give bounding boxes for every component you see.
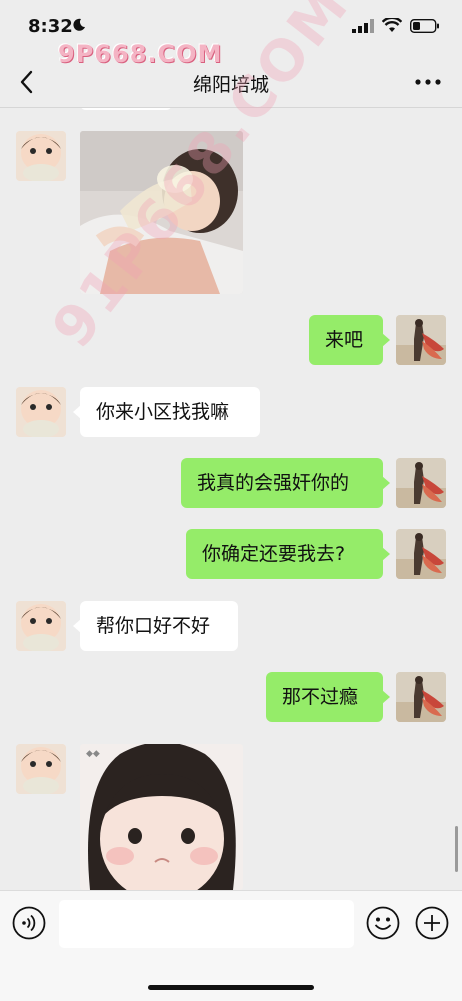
message-bubble-sent[interactable]: 我真的会强奸你的 <box>181 458 390 508</box>
baby-avatar-icon <box>16 744 66 794</box>
status-time: 8:32 <box>28 16 73 37</box>
baby-avatar-icon <box>16 387 66 437</box>
emoji-icon[interactable] <box>366 906 400 940</box>
message-bubble-received[interactable]: 你来小区找我嘛 <box>73 387 260 437</box>
contact-avatar[interactable] <box>16 131 66 181</box>
my-avatar[interactable] <box>396 315 446 365</box>
contact-avatar[interactable] <box>16 744 66 794</box>
wifi-icon <box>382 18 402 32</box>
chat-image-baby-sticker[interactable]: ◆◆ <box>80 744 243 890</box>
message-bubble-sent[interactable]: 那不过瘾 <box>266 672 390 722</box>
my-avatar[interactable] <box>396 672 446 722</box>
message-bubble-received[interactable]: 帮你口好不好 <box>73 601 238 651</box>
status-icons <box>352 18 440 33</box>
warrior-avatar-icon <box>396 315 446 365</box>
baby-face-sticker-icon: ◆◆ <box>80 744 243 890</box>
warrior-avatar-icon <box>396 672 446 722</box>
my-avatar[interactable] <box>396 458 446 508</box>
baby-drinking-photo-icon <box>80 131 243 294</box>
warrior-avatar-icon <box>396 458 446 508</box>
baby-avatar-icon <box>16 601 66 651</box>
voice-input-icon[interactable] <box>12 906 46 940</box>
moon-icon <box>73 18 85 31</box>
baby-avatar-icon <box>16 131 66 181</box>
message-bubble-sent[interactable]: 来吧 <box>309 315 390 365</box>
nav-bar: 绵阳培城 <box>0 58 462 106</box>
message-bubble-sent[interactable]: 你确定还要我去? <box>186 529 390 579</box>
more-options-icon[interactable] <box>414 72 442 92</box>
signal-icon <box>352 18 374 33</box>
plus-icon[interactable] <box>415 906 449 940</box>
chat-title: 绵阳培城 <box>192 74 269 96</box>
contact-avatar[interactable] <box>16 601 66 651</box>
battery-icon <box>410 18 439 33</box>
message-input[interactable] <box>59 900 354 948</box>
home-indicator[interactable] <box>148 985 314 990</box>
warrior-avatar-icon <box>396 529 446 579</box>
svg-text:◆◆: ◆◆ <box>86 749 100 759</box>
nav-divider <box>0 107 462 108</box>
my-avatar[interactable] <box>396 529 446 579</box>
scrollbar[interactable] <box>455 826 458 872</box>
contact-avatar[interactable] <box>16 387 66 437</box>
chat-image-baby-drinking[interactable] <box>80 131 243 294</box>
